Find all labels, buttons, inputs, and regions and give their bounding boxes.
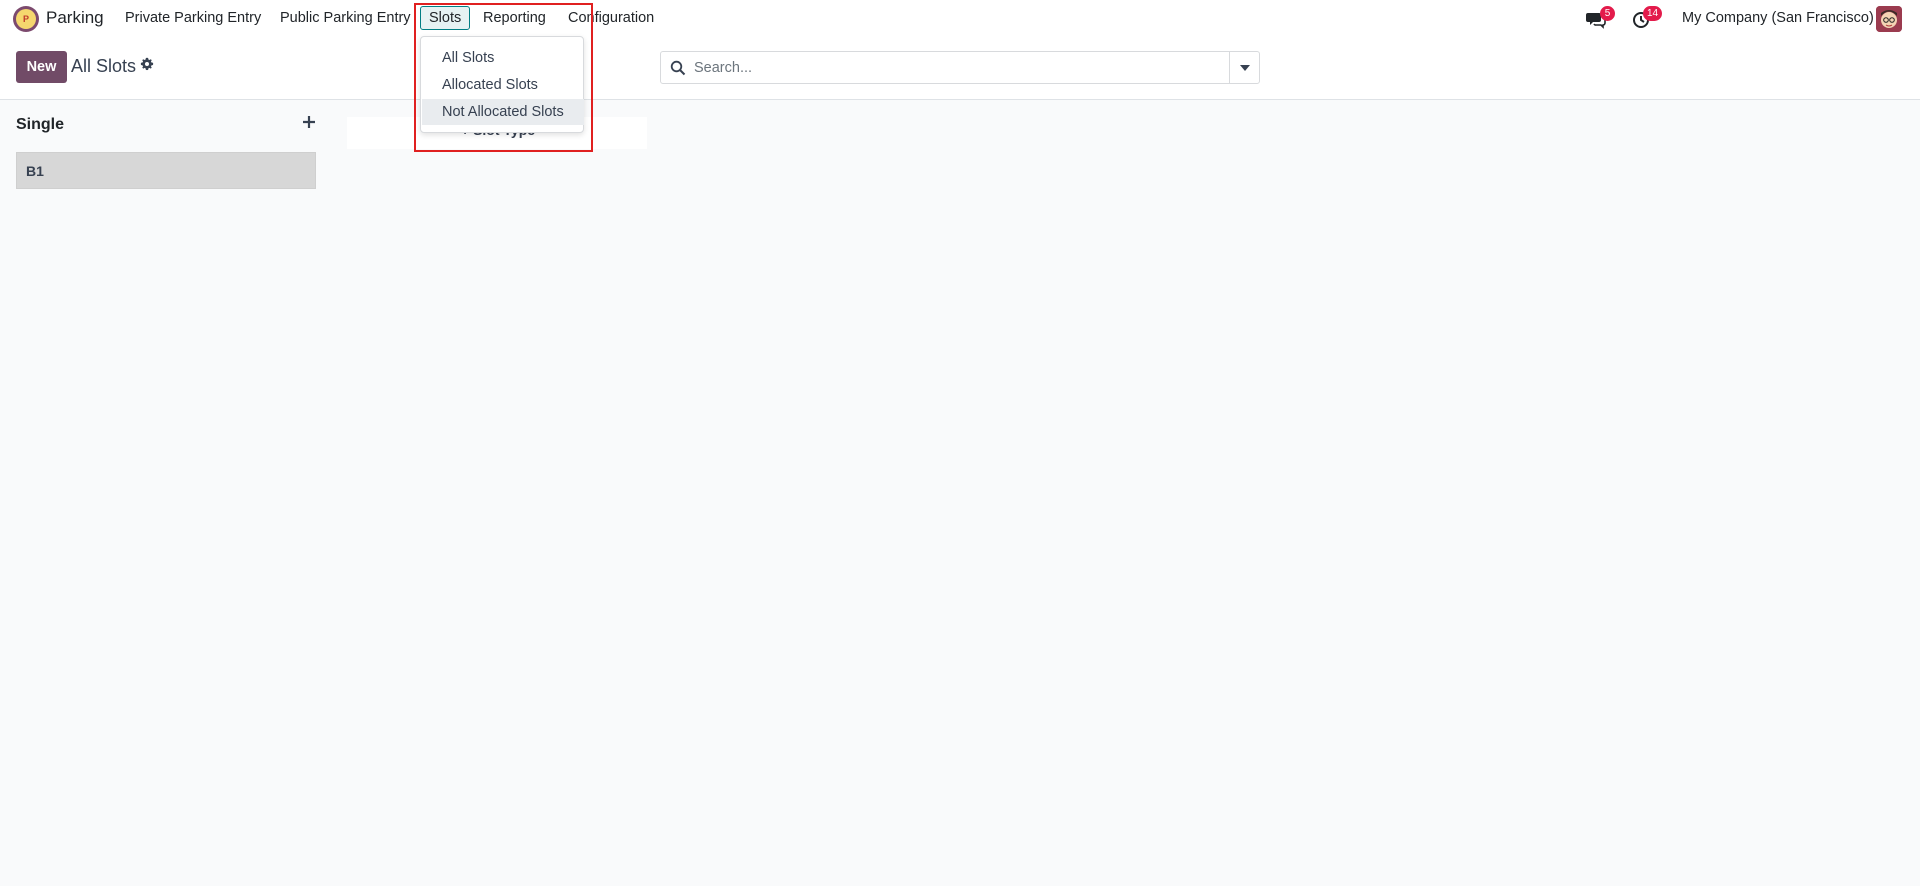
- new-button[interactable]: New: [16, 51, 67, 83]
- caret-down-icon: [1239, 64, 1250, 71]
- search-options-toggle[interactable]: [1229, 52, 1259, 83]
- menu-slots[interactable]: Slots: [420, 6, 471, 30]
- add-record-icon[interactable]: [302, 115, 316, 129]
- user-avatar[interactable]: [1876, 6, 1902, 32]
- menu-configuration[interactable]: Configuration: [568, 10, 654, 26]
- menu-item-allocated-slots[interactable]: Allocated Slots: [422, 72, 584, 98]
- menu-private-parking-entry[interactable]: Private Parking Entry: [125, 10, 261, 26]
- kanban-column-title: Single: [16, 116, 65, 133]
- app-name[interactable]: Parking: [46, 8, 104, 28]
- company-switcher[interactable]: My Company (San Francisco): [1682, 10, 1874, 26]
- top-navbar: P Parking Private Parking Entry Public P…: [0, 0, 1920, 37]
- search-icon: [670, 60, 686, 76]
- kanban-card[interactable]: B1: [16, 152, 316, 189]
- menu-item-not-allocated-slots[interactable]: Not Allocated Slots: [422, 99, 584, 125]
- menu-item-all-slots[interactable]: All Slots: [422, 45, 584, 71]
- control-panel: New All Slots: [0, 37, 1920, 100]
- slots-dropdown-menu: All Slots Allocated Slots Not Allocated …: [420, 36, 584, 133]
- activities-count-badge: 14: [1643, 6, 1663, 21]
- breadcrumb: All Slots: [71, 56, 137, 76]
- messages-count-badge: 5: [1600, 6, 1615, 21]
- search-bar: [660, 51, 1260, 84]
- menu-public-parking-entry[interactable]: Public Parking Entry: [280, 10, 411, 26]
- menu-reporting[interactable]: Reporting: [483, 10, 546, 26]
- kanban-card-title: B1: [26, 163, 44, 179]
- gear-icon[interactable]: [140, 57, 154, 71]
- search-input[interactable]: [694, 53, 1214, 82]
- parking-app-logo-icon[interactable]: P: [13, 6, 39, 32]
